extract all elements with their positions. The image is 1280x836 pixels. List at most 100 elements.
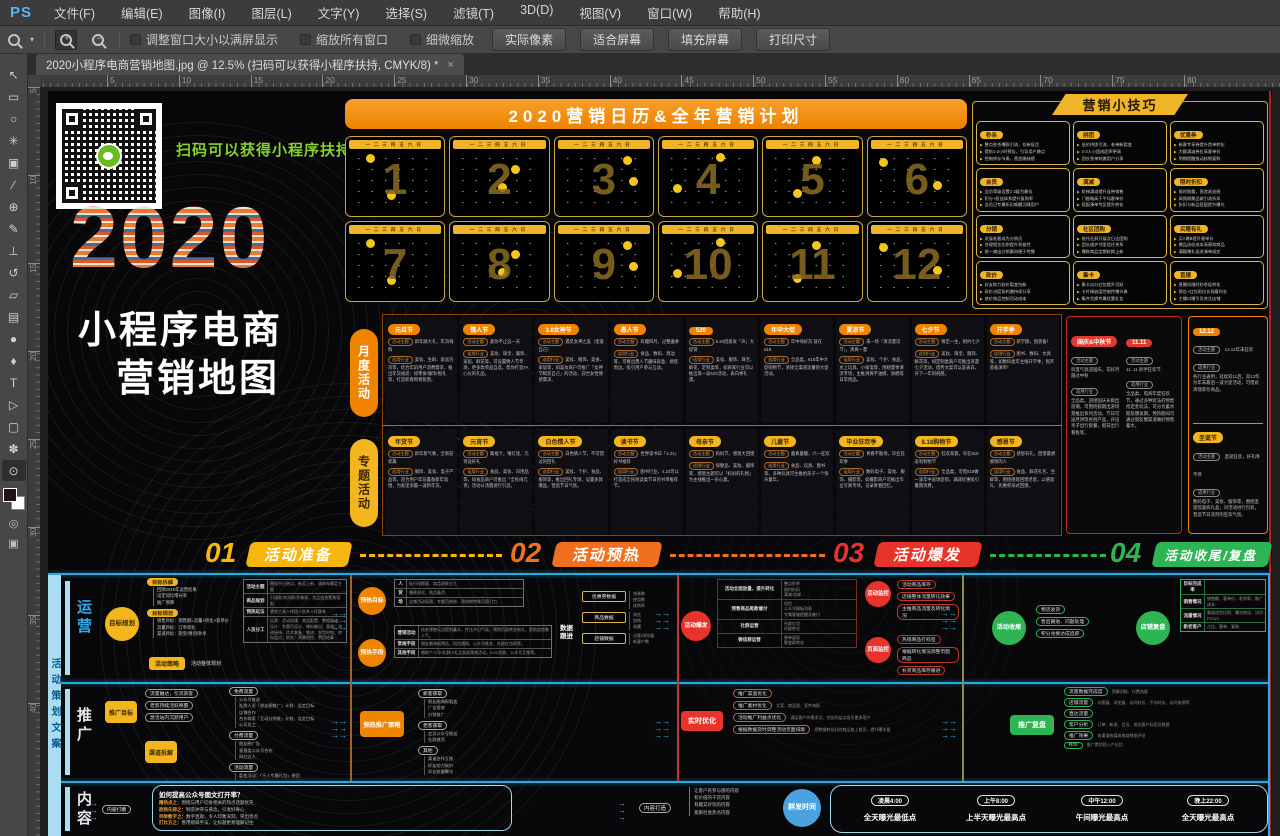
promo-review-row: 店铺流量 访客量、浏览量、访问时长、平均时长、访问来源等: [1064, 698, 1264, 707]
channel-group: 付费流量 朋友圈广告垂直类公众号合作网红达人: [229, 731, 347, 760]
title-tip-line: 欲扬先抑之：制造冲突与悬念，引发好奇心: [159, 807, 505, 814]
options-button[interactable]: 填充屏幕: [668, 28, 742, 51]
holiday-name: 年货节: [388, 436, 420, 447]
phase-2-badge: 活动预热: [551, 542, 662, 567]
calendar-month-card: 一二三四五六日 9: [554, 221, 654, 302]
operations-prepare-cell: 目标规划 目标拆解 回顾2019年运营结果设定同比增长率推广预算 目标规划 销售…: [103, 577, 349, 679]
tip-card: 秒杀 整点秒杀爆款引流，拉新促活提前1-2小时预告，引导用户蹲点控制库存节奏，营…: [976, 121, 1070, 165]
menu-item[interactable]: 编辑(E): [121, 3, 163, 22]
tip-label: 限时折扣: [1174, 178, 1208, 186]
tip-card: 集卡 集卡瓜分红包提升活跃卡片稀缺度控制传播节奏集齐兑换专属优惠礼包: [1073, 261, 1167, 305]
option-checkbox[interactable]: 细微缩放: [410, 31, 474, 48]
color-swatches[interactable]: [3, 488, 25, 510]
send-time-timeline: 凌晨4:00 全天曝光最低点 上午8:00 上半天曝光最高点 中午12:00 午…: [830, 785, 1268, 833]
weekday-row: 一二三四五六日: [766, 225, 858, 234]
special-card: 白色情人节 活动主题白色情人节，不可错过的回礼 适用行业美妆、个护、食品、服饰等…: [535, 429, 607, 535]
option-checkbox[interactable]: 调整窗口大小以满屏显示: [130, 31, 278, 48]
clone-stamp-tool[interactable]: ⊥: [2, 240, 26, 261]
shape-tool[interactable]: ▢: [2, 416, 26, 437]
brush-tool[interactable]: ✎: [2, 218, 26, 239]
menu-item[interactable]: 选择(S): [385, 3, 427, 22]
history-brush-tool[interactable]: ↺: [2, 262, 26, 283]
weekday-row: 一二三四五六日: [453, 140, 545, 149]
menu-item[interactable]: 窗口(W): [647, 3, 692, 22]
holiday-name: 儿童节: [764, 436, 796, 447]
phase-1-number: 01: [205, 537, 236, 569]
promo-review-row: 直达流量: [1064, 709, 1264, 718]
document-tab[interactable]: 2020小程序电商营销地图.jpg @ 12.5% (扫码可以获得小程序扶持, …: [36, 54, 464, 75]
tip-card: 限时折扣 限时限量，营造紧迫感高频刚需品做引流折扣折扣与新品搭配提升曝光: [1170, 168, 1264, 212]
weekday-row: 一二三四五六日: [766, 140, 858, 149]
tip-bullet: 统一输出分销素材便于传播: [980, 249, 1066, 256]
magic-wand-tool[interactable]: ✳: [2, 130, 26, 151]
type-tool[interactable]: T: [2, 372, 26, 393]
crop-tool[interactable]: ▣: [2, 152, 26, 173]
1212-christmas-box: 12.12 活动主题 12.12年末狂欢 适用行业 各行业通用，延续双11后，双…: [1188, 316, 1268, 534]
eraser-tool[interactable]: ▱: [2, 284, 26, 305]
pen-tool[interactable]: ♦: [2, 350, 26, 371]
month-number: 12: [892, 240, 941, 290]
tab-close-icon[interactable]: ×: [448, 59, 454, 71]
menu-item[interactable]: 文件(F): [54, 3, 95, 22]
tool-preset-caret-icon[interactable]: ▾: [30, 35, 34, 44]
promotion-review-cell: 推广复盘 流量数据完成度 预算消耗、付费流量 店铺流量 访客量、浏览量、访问时长…: [968, 685, 1266, 777]
menu-item[interactable]: 图层(L): [251, 3, 291, 22]
tip-label: 秒杀: [980, 131, 1003, 139]
options-button[interactable]: 适合屏幕: [580, 28, 654, 51]
special-card: 年货节 活动主题新年新气象，全新迎新篇 适用行业服饰、美妆、电子产品等，迎合用户…: [385, 429, 457, 535]
menu-item[interactable]: 图像(I): [189, 3, 226, 22]
marquee-tool[interactable]: ▭: [2, 86, 26, 107]
checkbox-icon[interactable]: [130, 34, 141, 45]
tip-bullet: 预告+红包雨拉长观看时长: [1174, 289, 1260, 296]
channel-group: 活动流量 裂变活动：「千人专属礼包」拼团: [229, 763, 347, 779]
eyedropper-tool[interactable]: ∕: [2, 174, 26, 195]
calendar-month-card: 一二三四五六日 10: [658, 221, 758, 302]
zoom-out-button[interactable]: −: [87, 30, 109, 50]
tip-card: 满减 阶梯满减提升连带销售门槛略高于平均客单价搭配凑单专区提升转化: [1073, 168, 1167, 212]
healing-brush-tool[interactable]: ⊕: [2, 196, 26, 217]
move-tool[interactable]: ↖: [2, 64, 26, 85]
month-number: 9: [592, 240, 616, 290]
phase-4-number: 04: [1110, 537, 1141, 569]
menu-item[interactable]: 文字(Y): [318, 3, 360, 22]
blur-tool[interactable]: ●: [2, 328, 26, 349]
path-select-tool[interactable]: ▷: [2, 394, 26, 415]
timeline-point: 晚上22:00 全天曝光最高点: [1155, 790, 1261, 828]
month-number: 8: [487, 240, 511, 290]
tools-panel: ↖▭○✳▣∕⊕✎⊥↺▱▤●♦T▷▢✽⊙ ◎ ▣: [0, 54, 28, 836]
lasso-tool[interactable]: ○: [2, 108, 26, 129]
zoom-tool[interactable]: ⊙: [2, 460, 26, 481]
holiday-name: 白色情人节: [538, 436, 582, 447]
screen-mode-icon[interactable]: ▣: [8, 537, 18, 550]
zoom-in-button[interactable]: +: [55, 30, 77, 50]
menu-item[interactable]: 视图(V): [579, 3, 621, 22]
highlight-date-dot: [629, 262, 638, 271]
poster-title-line1: 小程序电商: [78, 299, 283, 354]
tip-label: 分销: [980, 225, 1003, 233]
menu-item[interactable]: 滤镜(T): [453, 3, 494, 22]
month-number: 10: [684, 240, 733, 290]
realtime-optim-row: 活动推广利益点优化 满足客户的需求点，优化利益点吸引更多用户: [733, 713, 957, 722]
hand-tool[interactable]: ✽: [2, 438, 26, 459]
strategy-row: 商品规划 引流款/利润款/形象款，货品组合套装搭配: [244, 594, 346, 608]
highlight-date-dot: [879, 243, 888, 252]
monthly-card: 年中大促 活动主题年中嗨好货 就在 618 适用行业全品类，618年中大促购物节…: [761, 317, 833, 423]
menu-item[interactable]: 3D(D): [520, 3, 553, 22]
checkbox-icon[interactable]: [410, 34, 421, 45]
monthly-card: 元旦节 活动主题新年献大礼，年货嗨购 适用行业美妆、生鲜、家居百货等，结合年前用…: [385, 317, 457, 423]
holiday-name: 元旦节: [388, 324, 420, 335]
options-button[interactable]: 实际像素: [492, 28, 566, 51]
foreground-color-swatch[interactable]: [3, 488, 17, 502]
tip-bullet: 爆款商品定期轮换上新: [1077, 249, 1163, 256]
option-checkbox[interactable]: 缩放所有窗口: [300, 31, 388, 48]
checkbox-icon[interactable]: [300, 34, 311, 45]
phase-dash-2: [670, 554, 825, 557]
phase-1-badge: 活动准备: [245, 542, 352, 567]
quick-mask-icon[interactable]: ◎: [9, 517, 19, 530]
gradient-tool[interactable]: ▤: [2, 306, 26, 327]
tip-card: 买赠有礼 买A赠B提升客单价赠品选低成本高感知商品满额赠礼促进凑单成交: [1170, 215, 1264, 259]
menu-item[interactable]: 帮助(H): [718, 3, 760, 22]
holiday-name: 520: [689, 327, 713, 335]
goal-pill-group: 目标规划 销售目标：销售额=流量×转化×客单价流量目标：订单转化渠道目标：裂变/…: [147, 609, 239, 637]
options-button[interactable]: 打印尺寸: [756, 28, 830, 51]
